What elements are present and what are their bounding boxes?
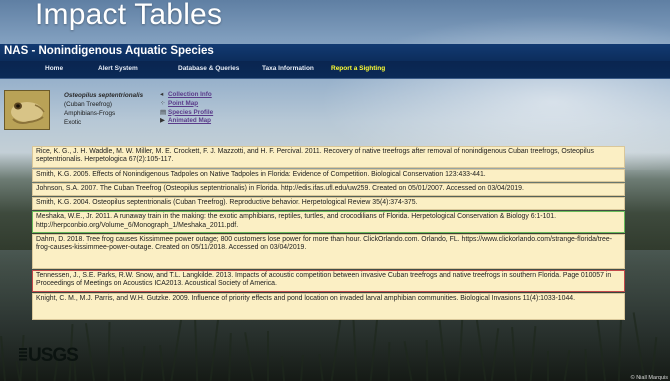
reference-list: Rice, K. G., J. H. Waddle, M. W. Miller,… [32, 146, 625, 321]
reed [547, 351, 549, 381]
reference-item: Tennessen, J., S.E. Parks, R.W. Snow, an… [32, 270, 625, 292]
reference-item: Smith, K.G. 2004. Osteopilus septentrion… [32, 197, 625, 211]
nav-bar: Home Alert System Database & Queries Tax… [0, 61, 670, 79]
sky-glow [280, 0, 670, 170]
collection-info-link[interactable]: ◂ Collection Info [160, 91, 213, 100]
collection-info-label: Collection Info [168, 91, 212, 98]
point-map-link[interactable]: ⁘ Point Map [160, 100, 213, 109]
site-header: NAS - Nonindigenous Aquatic Species [0, 44, 670, 61]
reference-item: Smith, K.G. 2005. Effects of Nonindigeno… [32, 168, 625, 182]
arrow-icon: ◂ [160, 91, 164, 98]
species-status: Exotic [64, 119, 82, 126]
animated-map-label: Animated Map [168, 117, 212, 125]
reference-item: Meshaka, W.E., Jr. 2011. A runaway train… [32, 211, 625, 234]
usgs-logo: USGS [19, 345, 79, 367]
map-icon: ⁘ [160, 99, 166, 107]
reference-item: Rice, K. G., J. H. Waddle, M. W. Miller,… [32, 146, 625, 168]
nav-taxa-information[interactable]: Taxa Information [262, 65, 314, 72]
nav-report-sighting[interactable]: Report a Sighting [331, 65, 385, 72]
site-title: NAS - Nonindigenous Aquatic Species [4, 45, 214, 57]
reference-item: Knight, C. M., M.J. Parris, and W.H. Gut… [32, 292, 625, 320]
reed [267, 331, 269, 381]
reference-item: Johnson, S.A. 2007. The Cuban Treefrog (… [32, 182, 625, 197]
usgs-mark-icon [19, 348, 27, 362]
species-common-name: (Cuban Treefrog) [64, 101, 112, 108]
species-info: Osteopilus septentrionalis (Cuban Treefr… [64, 91, 143, 127]
species-scientific-name: Osteopilus septentrionalis [64, 92, 144, 99]
play-icon: ▶ [160, 117, 165, 125]
species-profile-label: Species Profile [168, 108, 214, 116]
species-profile-link[interactable]: ▤ Species Profile [160, 109, 213, 118]
profile-icon: ▤ [160, 108, 166, 116]
frog-photo [4, 90, 50, 130]
reference-item: Dahm, D. 2018. Tree frog causes Kissimme… [32, 234, 625, 270]
nav-alert-system[interactable]: Alert System [98, 65, 138, 72]
species-panel: Osteopilus septentrionalis (Cuban Treefr… [4, 88, 254, 138]
usgs-logo-text: USGS [28, 345, 79, 366]
nav-database-queries[interactable]: Database & Queries [178, 65, 239, 72]
photo-credit: © Niall Marquis [630, 375, 668, 381]
nav-home[interactable]: Home [45, 65, 63, 72]
species-links: ◂ Collection Info ⁘ Point Map ▤ Species Pro… [160, 91, 213, 126]
species-group: Amphibians-Frogs [64, 110, 116, 117]
point-map-label: Point Map [168, 99, 199, 107]
animated-map-link[interactable]: ▶ Animated Map [160, 117, 213, 126]
slide-title: Impact Tables [35, 0, 223, 31]
